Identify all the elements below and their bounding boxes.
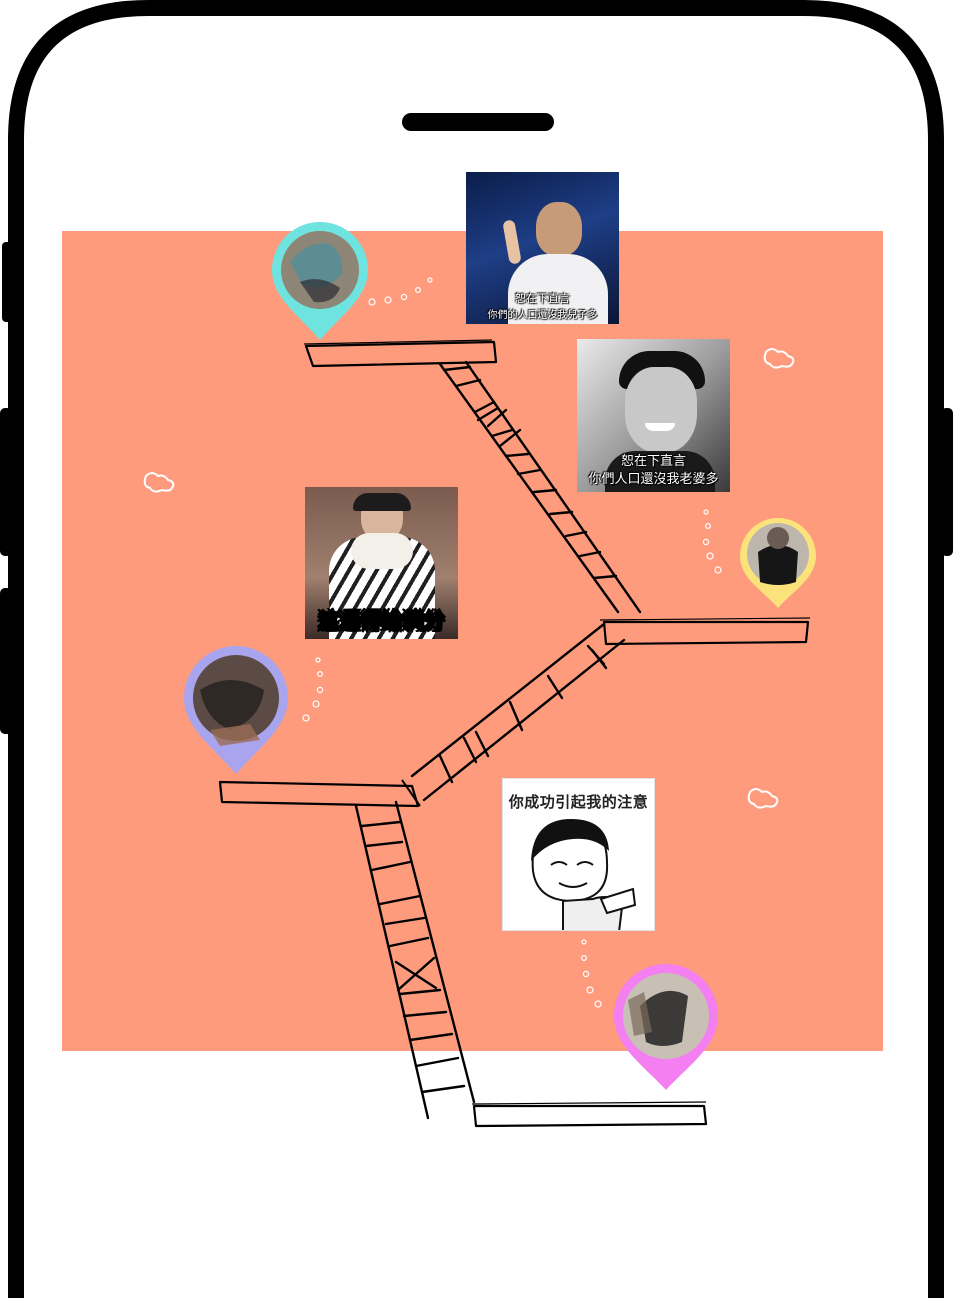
meme-smiling-man-figure [605, 351, 715, 492]
meme-smiling-man-caption-2: 你們人口還沒我老婆多 [588, 472, 719, 488]
meme-scarf-man[interactable]: 这逼得给满分 [305, 487, 458, 639]
meme-smiling-man[interactable]: 恕在下直言 你們人口還沒我老婆多 [577, 339, 730, 492]
meme-scarf-man-caption: 这逼得给满分 [318, 609, 445, 634]
pin-pink[interactable] [614, 964, 718, 1090]
phone-mockup: 恕在下直言 你們的人口還沒我兒子多 恕在下直言 你們人口還沒我老婆多 这逼得给满… [0, 0, 953, 1298]
speaker-slot [402, 113, 554, 131]
meme-businessman-caption-1: 恕在下直言 [515, 292, 570, 306]
panda-face-drawing [531, 819, 637, 930]
game-board [62, 231, 883, 1051]
meme-businessman-caption-2: 你們的人口還沒我兒子多 [487, 309, 598, 321]
meme-businessman[interactable]: 恕在下直言 你們的人口還沒我兒子多 [466, 172, 619, 324]
platform-bottom [472, 1104, 708, 1128]
meme-panda-face[interactable]: 你成功引起我的注意 [502, 778, 655, 931]
meme-smiling-man-caption-1: 恕在下直言 [620, 454, 686, 470]
